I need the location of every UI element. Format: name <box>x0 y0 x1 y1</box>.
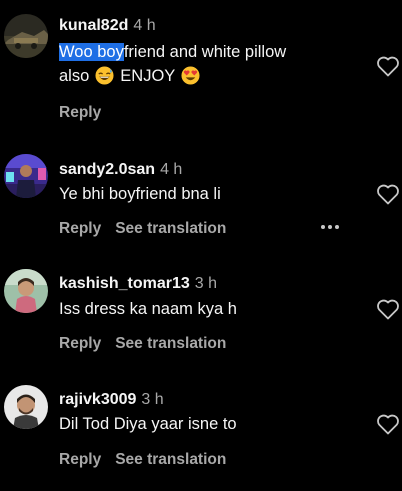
comment-text-line2: also <box>59 67 90 85</box>
heart-outline-icon[interactable] <box>376 413 400 435</box>
timestamp: 4 h <box>133 17 156 34</box>
comment-header: sandy2.0san 4 h <box>59 160 182 180</box>
comment-text: Ye bhi boyfriend bna li <box>59 185 221 203</box>
username[interactable]: sandy2.0san <box>59 161 155 178</box>
username[interactable]: rajivk3009 <box>59 391 136 408</box>
grinning-sweat-emoji <box>95 66 114 85</box>
comment-header: rajivk3009 3 h <box>59 390 164 410</box>
comment-header: kunal82d 4 h <box>59 16 156 36</box>
more-options-icon[interactable] <box>319 217 341 237</box>
comment-text-enjoy: ENJOY <box>120 67 176 85</box>
see-translation-button[interactable]: See translation <box>115 335 226 352</box>
heart-outline-icon[interactable] <box>376 55 400 77</box>
comment-actions: Reply See translation <box>59 219 339 239</box>
comment-actions: Reply See translation <box>59 450 226 470</box>
avatar[interactable] <box>4 269 48 313</box>
comment-text: Iss dress ka naam kya h <box>59 300 237 318</box>
heart-eyes-emoji <box>181 66 200 85</box>
comment-actions: Reply <box>59 103 101 123</box>
timestamp: 4 h <box>160 161 183 178</box>
selected-text: Woo boy <box>59 43 124 61</box>
avatar[interactable] <box>4 14 48 58</box>
comment-text: Woo boyfriend and white pillow also ENJO… <box>59 40 359 88</box>
see-translation-button[interactable]: See translation <box>115 451 226 468</box>
heart-outline-icon[interactable] <box>376 298 400 320</box>
username[interactable]: kashish_tomar13 <box>59 275 190 292</box>
timestamp: 3 h <box>194 275 217 292</box>
comment-text: Dil Tod Diya yaar isne to <box>59 415 237 433</box>
avatar[interactable] <box>4 385 48 429</box>
reply-button[interactable]: Reply <box>59 335 101 352</box>
reply-button[interactable]: Reply <box>59 451 101 468</box>
see-translation-button[interactable]: See translation <box>115 220 226 237</box>
comment-text-rest: friend and white pillow <box>123 43 287 61</box>
username[interactable]: kunal82d <box>59 17 128 34</box>
avatar[interactable] <box>4 154 48 198</box>
reply-button[interactable]: Reply <box>59 104 101 121</box>
comment-header: kashish_tomar13 3 h <box>59 274 217 294</box>
reply-button[interactable]: Reply <box>59 220 101 237</box>
comment-actions: Reply See translation <box>59 334 226 354</box>
heart-outline-icon[interactable] <box>376 183 400 205</box>
timestamp: 3 h <box>141 391 164 408</box>
